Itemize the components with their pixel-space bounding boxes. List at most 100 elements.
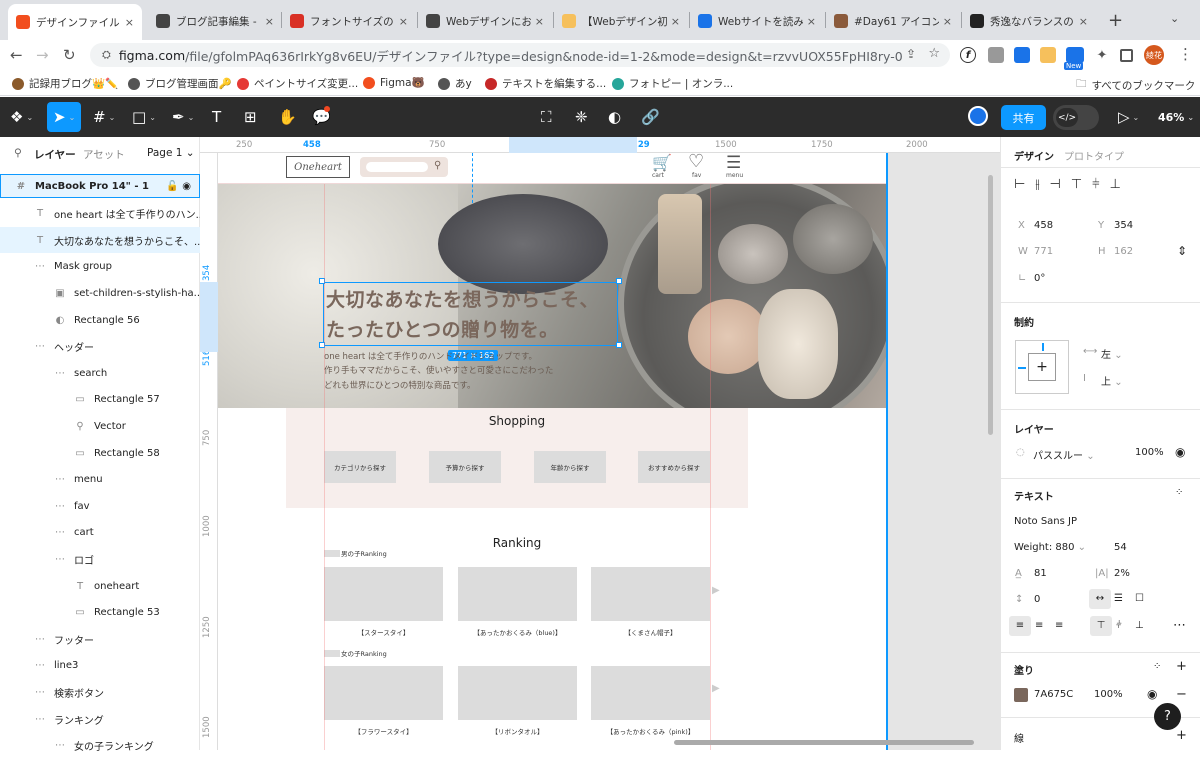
tab-close-icon[interactable]: ×: [1075, 15, 1088, 28]
frame-tool-icon[interactable]: # ⌄: [93, 107, 115, 127]
user-avatar[interactable]: [968, 106, 988, 126]
browser-tab[interactable]: Webサイトを読み ×: [690, 6, 824, 36]
browser-tab[interactable]: #Day61 アイコン ×: [826, 6, 960, 36]
layer-row[interactable]: ⋯ ロゴ: [0, 546, 200, 572]
hero-title-line-1[interactable]: 大切なあなたを想うからこそ、: [326, 285, 599, 312]
hand-tool-icon[interactable]: ✋: [278, 107, 297, 127]
layer-row[interactable]: Toneheart: [0, 573, 200, 599]
product-image-placeholder[interactable]: [591, 666, 710, 720]
fill-styles-icon[interactable]: ⁘: [1153, 661, 1161, 672]
magnifier-icon[interactable]: ⚲: [434, 160, 441, 171]
new-tab-button[interactable]: +: [1108, 10, 1123, 31]
layer-row[interactable]: Tone heart は全て手作りのハン...: [0, 201, 200, 227]
move-tool-icon[interactable]: ➤ ⌄: [47, 102, 82, 132]
tab-close-icon[interactable]: ×: [395, 15, 408, 28]
help-button[interactable]: ?: [1154, 703, 1181, 730]
browser-tab[interactable]: デザインファイル - ×: [8, 4, 142, 40]
bookmark-item[interactable]: フォトピー | オンラ...: [612, 76, 733, 91]
constraints-widget[interactable]: +: [1015, 340, 1069, 394]
cart-icon[interactable]: 🛒: [652, 153, 672, 172]
layer-row[interactable]: ⋯ cart: [0, 520, 200, 546]
back-arrow-icon[interactable]: ←: [10, 46, 23, 64]
formula-extension-icon[interactable]: f: [960, 47, 976, 63]
forward-arrow-icon[interactable]: →: [36, 46, 49, 64]
product-image-placeholder[interactable]: [458, 567, 577, 621]
more-options-icon[interactable]: ⋯: [1173, 618, 1186, 633]
add-fill-icon[interactable]: +: [1176, 659, 1187, 674]
layer-row[interactable]: ⋯ ヘッダー: [0, 334, 200, 360]
product-name[interactable]: 【スタースタイ】: [324, 627, 443, 637]
present-play-icon[interactable]: ▷ ⌄: [1118, 107, 1139, 127]
tab-close-icon[interactable]: ×: [667, 15, 680, 28]
extension-icon[interactable]: [1040, 47, 1056, 63]
letter-spacing-input[interactable]: 2%: [1114, 568, 1130, 579]
hero-title-line-2[interactable]: たったひとつの贈り物を。: [326, 315, 559, 342]
browser-tab[interactable]: 【Webデザイン初 ×: [554, 6, 688, 36]
layer-row[interactable]: ▭ Rectangle 58: [0, 440, 200, 466]
top-constraint[interactable]: [1042, 343, 1044, 351]
add-stroke-icon[interactable]: +: [1176, 728, 1187, 743]
figma-main-menu-icon[interactable]: ❖ ⌄: [10, 107, 33, 127]
bookmark-item[interactable]: ペイントサイズ変更...: [237, 76, 358, 91]
carousel-arrow-icon[interactable]: ▶: [712, 585, 720, 596]
shopping-category-button[interactable]: カテゴリから探す: [324, 451, 396, 483]
layer-row[interactable]: ⋯ Mask group: [0, 254, 200, 280]
layer-row[interactable]: # MacBook Pro 14" - 1 🔓 ◉: [0, 174, 200, 198]
fill-hex-input[interactable]: 7A675C: [1034, 689, 1073, 700]
h-input[interactable]: 162: [1114, 246, 1133, 257]
url-field[interactable]: ⛭ figma.com/file/gfolmPAq636rIrkYg8v6EU/…: [90, 43, 950, 67]
hero-description-1[interactable]: one heart は全て手作りのハンドメイドショップです。: [324, 350, 537, 362]
hero-description-3[interactable]: どれも世界にひとつの特別な商品です。: [324, 379, 476, 391]
product-name[interactable]: 【あったかおくるみ（blue)】: [458, 627, 577, 637]
all-bookmarks[interactable]: 🗀 すべてのブックマーク: [1076, 76, 1195, 94]
fill-eye-icon[interactable]: ◉: [1147, 687, 1157, 701]
product-image-placeholder[interactable]: [324, 666, 443, 720]
extension-icon[interactable]: [988, 47, 1004, 63]
bookmark-item[interactable]: 記録用ブログ👑✏️: [12, 76, 118, 91]
align-top-icon[interactable]: ⊤: [1090, 616, 1112, 636]
tab-layers[interactable]: レイヤー: [34, 147, 76, 162]
product-name[interactable]: 【あったかおくるみ（pink)】: [591, 726, 710, 736]
tab-list-chevron-icon[interactable]: ⌄: [1170, 12, 1179, 25]
vertical-constraint[interactable]: 上 ⌄: [1101, 373, 1123, 388]
tab-close-icon[interactable]: ×: [939, 15, 952, 28]
paragraph-spacing-input[interactable]: 0: [1034, 594, 1040, 605]
link-icon[interactable]: 🔗: [641, 107, 660, 127]
page-selector[interactable]: Page 1 ⌄: [147, 147, 195, 159]
extension-new-icon[interactable]: [1066, 47, 1084, 63]
mask-icon[interactable]: ◐: [608, 107, 621, 127]
w-input[interactable]: 771: [1034, 246, 1053, 257]
extension-icon[interactable]: [1014, 47, 1030, 63]
tab-close-icon[interactable]: ×: [803, 15, 816, 28]
tab-design[interactable]: デザイン: [1014, 148, 1054, 163]
zoom-level[interactable]: 46% ⌄: [1158, 107, 1194, 127]
component-icon[interactable]: ❈: [575, 107, 588, 127]
remove-fill-icon[interactable]: −: [1176, 687, 1187, 702]
tab-close-icon[interactable]: ×: [531, 15, 544, 28]
layer-row[interactable]: ⋯ search: [0, 360, 200, 386]
site-search-input[interactable]: [366, 162, 428, 172]
layer-row[interactable]: ▣ set-children-s-stylish-ha...: [0, 280, 200, 306]
dev-mode-toggle[interactable]: </>: [1053, 105, 1099, 130]
pen-tool-icon[interactable]: ✒ ⌄: [172, 107, 194, 127]
fixed-size-icon[interactable]: ☐: [1135, 593, 1144, 604]
hamburger-menu-icon[interactable]: ☰: [726, 153, 741, 173]
share-page-icon[interactable]: ⇪: [906, 47, 916, 61]
font-weight-select[interactable]: Weight: 880 ⌄: [1014, 542, 1086, 553]
product-name[interactable]: 【くまさん帽子】: [591, 627, 710, 637]
product-image-placeholder[interactable]: [591, 567, 710, 621]
align-bottom-icon[interactable]: ⊥: [1135, 620, 1144, 631]
profile-avatar[interactable]: 綾花: [1144, 45, 1164, 65]
rotation-input[interactable]: 0°: [1034, 273, 1045, 284]
x-input[interactable]: 458: [1034, 220, 1053, 231]
figma-canvas[interactable]: 25045875010001229150017502000 3545167501…: [200, 137, 1000, 750]
side-panel-icon[interactable]: [1120, 49, 1133, 62]
carousel-arrow-icon[interactable]: ▶: [712, 683, 720, 694]
align-center-icon[interactable]: ≡: [1035, 620, 1043, 631]
resize-handle[interactable]: [616, 342, 622, 348]
auto-width-icon[interactable]: ↔: [1089, 589, 1111, 609]
layer-row[interactable]: ⚲ Vector: [0, 413, 200, 439]
layer-row[interactable]: ▭ Rectangle 53: [0, 600, 200, 626]
heart-icon[interactable]: ♡: [688, 153, 704, 172]
browser-tab[interactable]: フォントサイズの ×: [282, 6, 416, 36]
